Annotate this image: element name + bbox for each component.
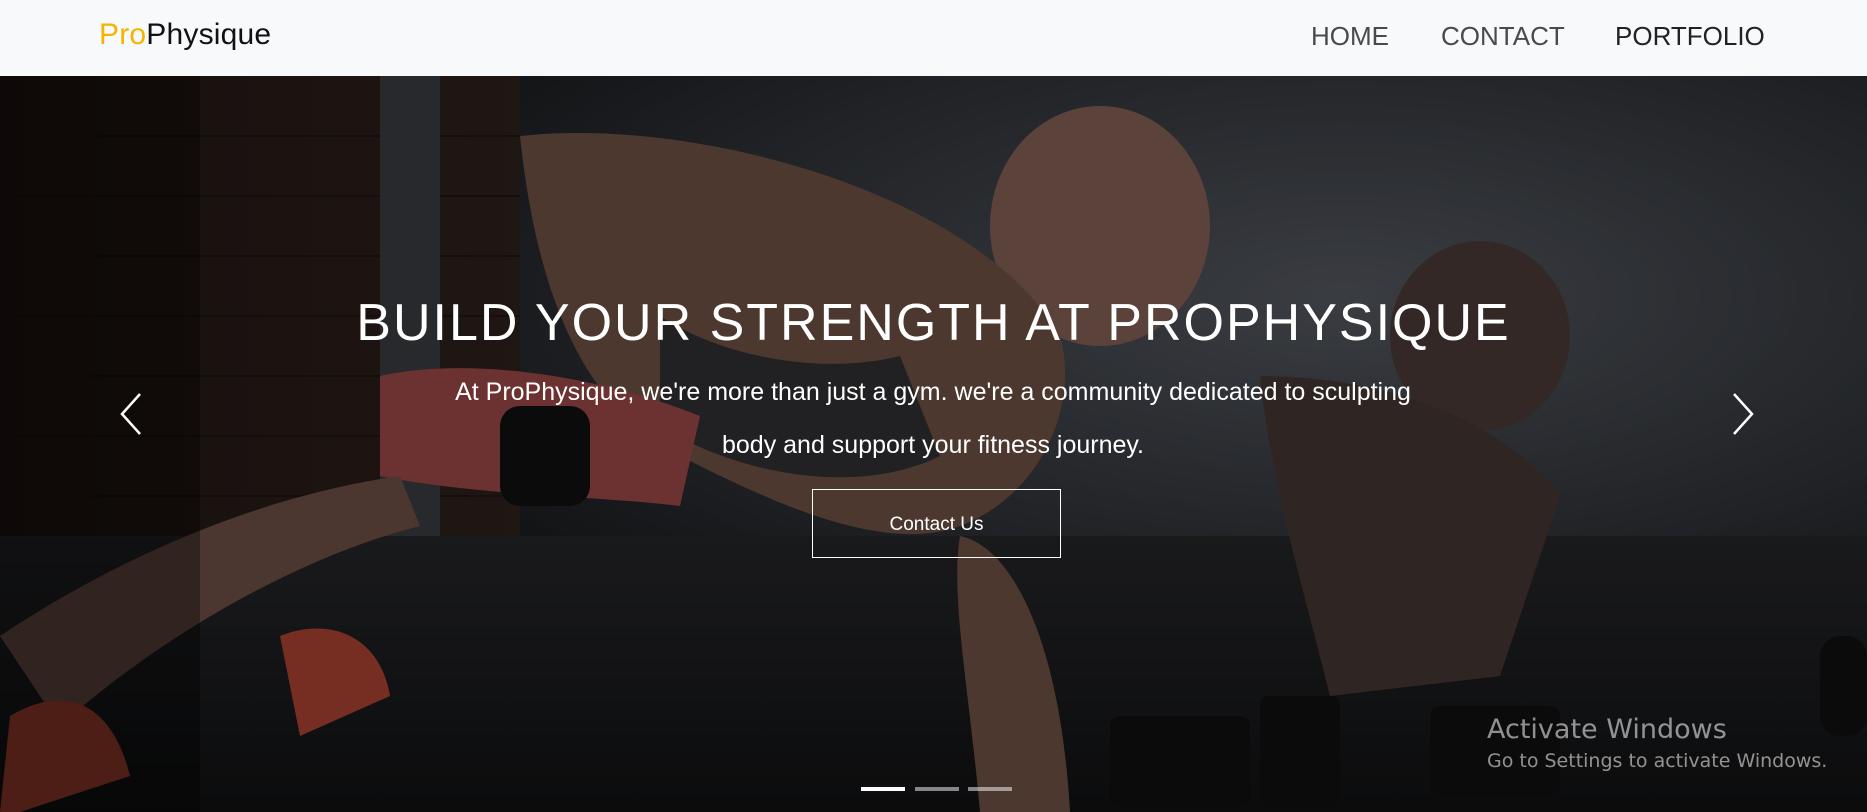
nav-link-portfolio[interactable]: PORTFOLIO — [1615, 18, 1765, 54]
hero-caption: BUILD YOUR STRENGTH AT PROPHYSIQUE At Pr… — [0, 76, 1867, 812]
chevron-right-icon — [1733, 393, 1754, 435]
watermark-subtitle: Go to Settings to activate Windows. — [1487, 750, 1828, 772]
activate-windows-watermark: Activate Windows Go to Settings to activ… — [1487, 713, 1827, 775]
carousel-indicators — [861, 787, 1021, 793]
carousel-indicator-1[interactable] — [861, 787, 905, 791]
hero-description: At ProPhysique, we're more than just a g… — [455, 378, 1411, 459]
carousel-next-button[interactable] — [1722, 384, 1762, 444]
hero-carousel: BUILD YOUR STRENGTH AT PROPHYSIQUE At Pr… — [0, 76, 1867, 812]
nav-link-home[interactable]: HOME — [1311, 18, 1389, 54]
carousel-indicator-2[interactable] — [915, 787, 959, 791]
carousel-indicator-3[interactable] — [968, 787, 1012, 791]
navbar: ProPhysique HOME CONTACT PORTFOLIO — [0, 0, 1867, 76]
contact-us-button[interactable]: Contact Us — [812, 489, 1061, 558]
nav-link-contact[interactable]: CONTACT — [1441, 18, 1565, 54]
watermark-title: Activate Windows — [1487, 714, 1727, 745]
carousel-prev-button[interactable] — [112, 384, 152, 444]
nav-links: HOME CONTACT PORTFOLIO — [0, 18, 1867, 54]
hero-title: BUILD YOUR STRENGTH AT PROPHYSIQUE — [356, 294, 1511, 352]
chevron-left-icon — [120, 393, 141, 435]
